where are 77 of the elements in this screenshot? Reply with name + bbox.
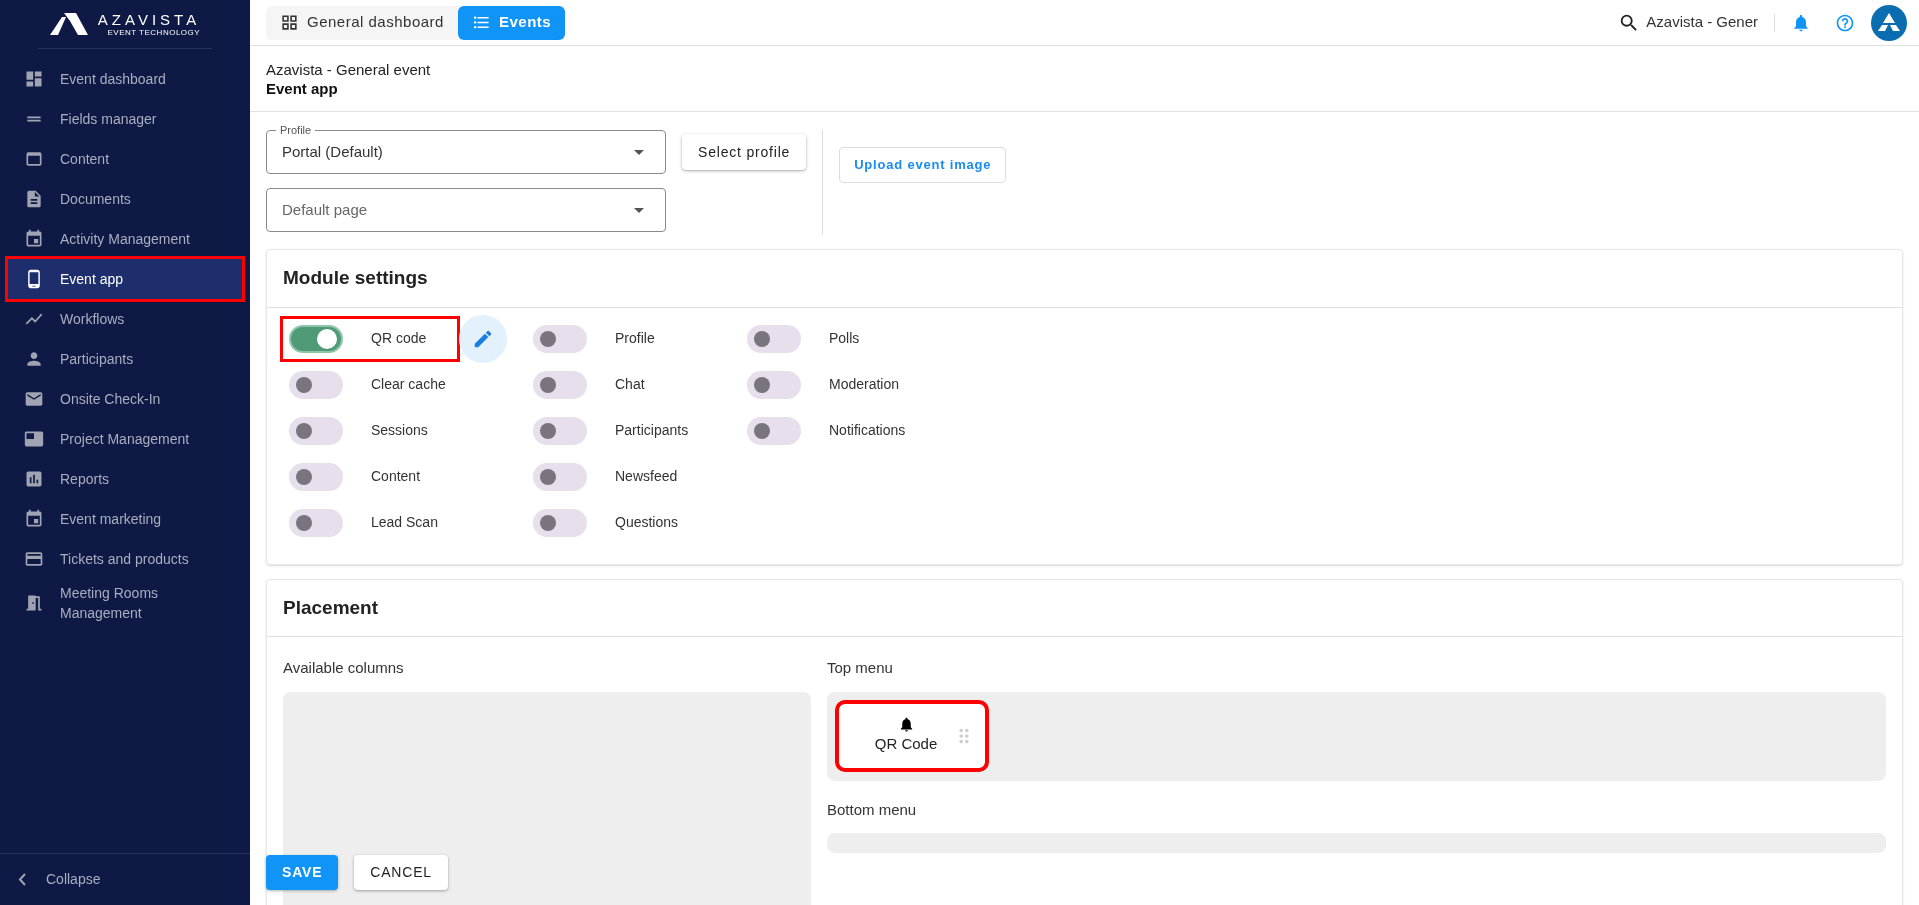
chevron-left-icon: [18, 873, 26, 886]
module-label: Lead Scan: [371, 513, 439, 532]
module-label: QR code: [371, 329, 428, 348]
grid-icon: [280, 13, 299, 32]
sidebar-item[interactable]: Tickets and products: [8, 539, 242, 579]
sidebar-item[interactable]: Fields manager: [8, 99, 242, 139]
toggle-switch[interactable]: [533, 508, 587, 537]
module-label: Polls: [829, 329, 861, 348]
sidebar-item[interactable]: Project Management: [8, 419, 242, 459]
sidebar-item[interactable]: Event marketing: [8, 499, 242, 539]
sidebar-item[interactable]: Event app: [8, 259, 242, 299]
module-label: Profile: [615, 329, 656, 348]
module-label: Notifications: [829, 421, 907, 440]
toggle-switch[interactable]: [289, 462, 343, 491]
menu-icon: [24, 549, 44, 569]
menu-icon: [24, 149, 44, 169]
toggle-switch[interactable]: [533, 462, 587, 491]
module-label: Clear cache: [371, 375, 447, 394]
module-label: Content: [371, 467, 422, 486]
default-page-select[interactable]: Default page: [266, 188, 666, 232]
field-label: Profile: [276, 123, 316, 137]
cancel-button[interactable]: CANCEL: [354, 855, 448, 890]
toggle-switch[interactable]: [289, 324, 343, 353]
toggle-switch[interactable]: [533, 370, 587, 399]
help-icon[interactable]: [1835, 12, 1855, 33]
menu-icon: [24, 593, 44, 613]
menu-card-label: QR Code: [874, 734, 938, 755]
menu-icon: [24, 69, 44, 89]
module-label: Questions: [615, 513, 680, 532]
upload-image-button[interactable]: Upload event image: [839, 147, 1007, 183]
sidebar-item[interactable]: Event dashboard: [8, 59, 242, 99]
module-label: Newsfeed: [615, 467, 679, 486]
column-label: Bottom menu: [827, 799, 918, 820]
toggle-switch[interactable]: [533, 416, 587, 445]
column-label: Available columns: [283, 658, 405, 678]
toggle-switch[interactable]: [289, 370, 343, 399]
notifications-icon[interactable]: [1791, 12, 1811, 33]
toggle-switch[interactable]: [747, 324, 801, 353]
sidebar-item[interactable]: Participants: [8, 339, 242, 379]
toggle-switch[interactable]: [289, 508, 343, 537]
toggle-switch[interactable]: [747, 370, 801, 399]
sidebar-item[interactable]: Onsite Check-In: [8, 379, 242, 419]
header-tab[interactable]: General dashboard: [266, 5, 458, 40]
dropdown-caret-icon: [634, 207, 644, 213]
edit-button[interactable]: [459, 314, 507, 363]
search-field[interactable]: Azavista - Gener: [1646, 11, 1758, 34]
toggle-switch[interactable]: [533, 324, 587, 353]
section-title: Placement: [283, 596, 379, 618]
sidebar-item[interactable]: Content: [8, 139, 242, 179]
module-label: Moderation: [829, 375, 901, 394]
sidebar-item[interactable]: Documents: [8, 179, 242, 219]
toggle-switch[interactable]: [747, 416, 801, 445]
dropdown-caret-icon: [634, 149, 644, 155]
sidebar-item[interactable]: Workflows: [8, 299, 242, 339]
select-profile-button[interactable]: Select profile: [682, 134, 807, 170]
module-label: Participants: [615, 421, 690, 440]
column-label: Top menu: [827, 658, 894, 678]
logo-wordmark: AZAVISTA: [97, 11, 201, 27]
sidebar-item[interactable]: Meeting Rooms Management: [8, 579, 242, 627]
menu-icon: [24, 429, 44, 449]
toggle-switch[interactable]: [289, 416, 343, 445]
logo-tagline: EVENT TECHNOLOGY: [107, 28, 201, 37]
event-name: Azavista - General event: [266, 59, 432, 79]
menu-icon: [24, 509, 44, 529]
logo-icon: [49, 13, 88, 35]
sidebar-item[interactable]: Reports: [8, 459, 242, 499]
menu-icon: [24, 389, 44, 409]
collapse-button[interactable]: Collapse: [46, 869, 101, 890]
menu-icon: [24, 469, 44, 489]
page-title: Event app: [266, 78, 339, 98]
avatar-icon[interactable]: [1871, 4, 1907, 41]
menu-icon: [24, 229, 44, 249]
module-label: Sessions: [371, 421, 429, 440]
module-label: Chat: [615, 375, 646, 394]
menu-icon: [24, 189, 44, 209]
sidebar-item[interactable]: Activity Management: [8, 219, 242, 259]
section-title: Module settings: [283, 267, 428, 288]
